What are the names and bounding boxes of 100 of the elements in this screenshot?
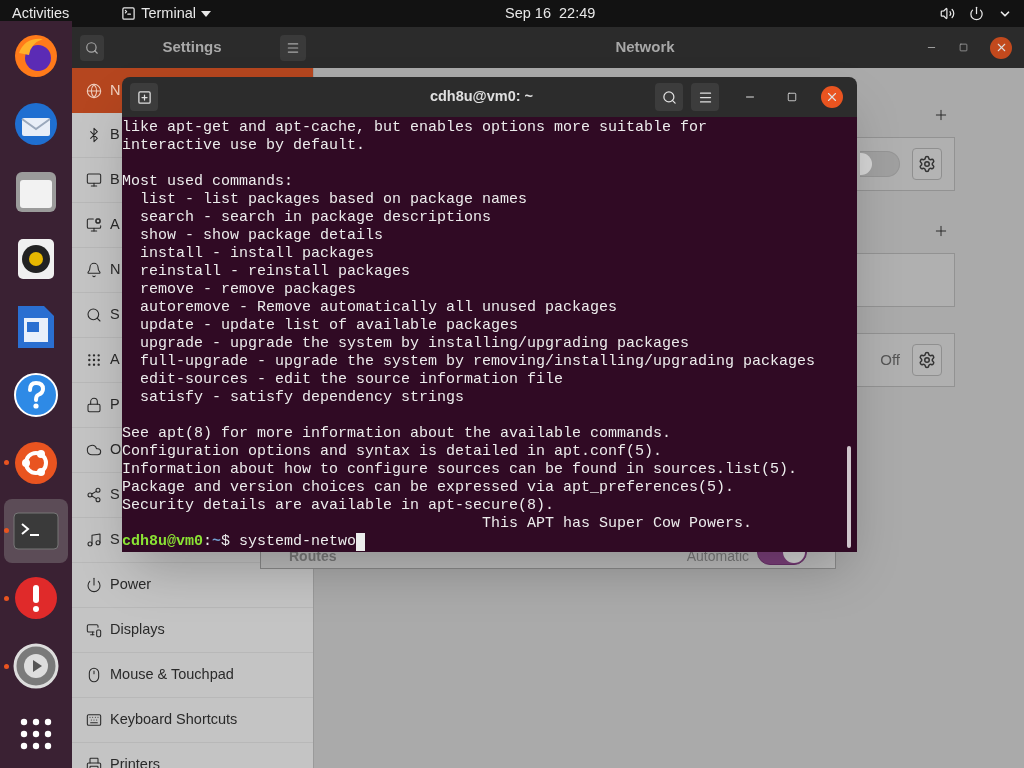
toggle-switch[interactable] (860, 151, 900, 177)
mail-icon (12, 100, 60, 147)
terminal-line: Configuration options and syntax is detailed in apt.conf(5). (122, 443, 663, 461)
search-button[interactable] (80, 34, 104, 61)
ring-icon (13, 439, 59, 486)
terminal-line: search - search in package descriptions (139, 209, 492, 227)
terminal-line: show - show package details (139, 227, 384, 245)
menu-button[interactable] (280, 34, 306, 61)
settings-button[interactable] (912, 148, 942, 180)
terminal-line: Information about how to configure sources can be found in sources.list(5). (122, 461, 798, 479)
cloud-icon (86, 442, 102, 458)
maximize-button[interactable] (959, 43, 968, 52)
sidebar-item[interactable]: Power (72, 563, 313, 607)
speaker-icon (16, 237, 56, 282)
routes-label: Routes (289, 548, 337, 566)
sidebar-item[interactable]: S (72, 473, 122, 517)
sidebar-item[interactable]: P (72, 383, 122, 427)
terminal-line: list - list packages based on package names (139, 191, 528, 209)
app-grid-icon (20, 718, 52, 751)
settings-icon (918, 155, 936, 173)
caret-icon (201, 10, 211, 17)
terminal-line: Package and version choices can be expressed via apt_preferences(5). (122, 479, 735, 497)
terminal-line: Most used commands: (122, 173, 294, 191)
sidebar-title: Settings (161, 37, 223, 58)
monitor-icon (86, 217, 102, 233)
terminal-line: interactive use by default. (122, 137, 366, 155)
maximize-icon (959, 43, 968, 52)
menu-icon (697, 89, 713, 105)
mouse-icon (86, 667, 102, 683)
terminal-line: update - update list of available packages (139, 317, 519, 335)
grid-icon (86, 352, 102, 368)
window-title: Network (614, 37, 676, 58)
sidebar-item[interactable]: Mouse & Touchpad (72, 653, 313, 697)
power-icon (86, 577, 102, 593)
prompt-separator: : (203, 533, 213, 551)
terminal-line: like apt-get and apt-cache, but enables options more suitable for (122, 119, 708, 137)
new-tab-button[interactable] (130, 83, 158, 111)
globe-icon (86, 82, 102, 99)
terminal-line: install - install packages (139, 245, 375, 263)
scrollbar[interactable] (847, 446, 851, 548)
clock[interactable]: Sep 16 22:49 (505, 2, 596, 25)
terminal-line: remove - remove packages (139, 281, 357, 299)
status-text: Off (880, 349, 900, 370)
maximize-icon (787, 92, 797, 102)
music-note-icon (86, 532, 102, 548)
terminal-line: See apt(8) for more information about the available commands. (122, 425, 672, 443)
menu-button[interactable] (691, 83, 719, 111)
terminal-line: Security details are available in apt-secure(8). (122, 497, 555, 515)
sidebar-item[interactable]: A (72, 203, 122, 247)
search-icon (661, 89, 677, 105)
share-icon (86, 487, 102, 503)
sidebar-item[interactable]: S (72, 293, 122, 337)
sidebar-item[interactable]: Keyboard Shortcuts (72, 698, 313, 742)
sidebar-item[interactable]: B (72, 158, 122, 202)
search-icon (85, 40, 99, 55)
sidebar-item[interactable]: S (72, 518, 122, 562)
prompt-path: ~ (212, 533, 222, 551)
power-icon[interactable] (969, 6, 984, 21)
terminal-line: reinstall - reinstall packages (139, 263, 411, 281)
fox-globe-icon (13, 32, 59, 79)
terminal-icon (121, 6, 137, 21)
monitor-icon (86, 622, 102, 638)
terminal-line: edit-sources - edit the source information file (139, 371, 564, 389)
menu-icon (286, 40, 300, 55)
close-button[interactable] (990, 36, 1012, 59)
sidebar-item[interactable]: Displays (72, 608, 313, 652)
sidebar-item[interactable]: B (72, 113, 122, 157)
bell-icon (86, 262, 102, 278)
settings-icon (918, 351, 936, 369)
terminal-line: This APT has Super Cow Powers. (481, 515, 753, 533)
sidebar-item[interactable]: A (72, 338, 122, 382)
close-button[interactable] (821, 86, 843, 108)
prompt-symbol: $ (221, 533, 231, 551)
volume-icon[interactable] (940, 6, 955, 21)
terminal-line: upgrade - upgrade the system by installing/upgrading packages (139, 335, 690, 353)
document-icon (16, 304, 56, 351)
command-text: systemd-netwo (239, 533, 357, 551)
keyboard-icon (86, 712, 102, 728)
monitor-icon (86, 172, 102, 188)
app-menu[interactable]: Terminal (121, 2, 211, 25)
terminal-title: cdh8u@vm0: ~ (428, 87, 535, 107)
activities-button[interactable]: Activities (12, 2, 70, 25)
help-icon (13, 371, 59, 418)
text-cursor (356, 533, 366, 551)
terminal-line: full-upgrade - upgrade the system by removing/installing/upgrading packages (139, 353, 816, 371)
terminal-line: satisfy - satisfy dependency strings (139, 389, 465, 407)
sidebar-item[interactable]: N (72, 248, 122, 292)
search-icon (86, 307, 102, 323)
close-icon (825, 90, 839, 104)
routes-value: Automatic (686, 547, 749, 566)
terminal-icon (13, 511, 59, 550)
search-button[interactable] (655, 83, 683, 111)
prompt-user: cdh8u@vm0 (122, 533, 203, 551)
new-tab-icon (136, 89, 152, 105)
sidebar-item[interactable]: O (72, 428, 122, 472)
terminal-line: autoremove - Remove automatically all unused packages (139, 299, 618, 317)
settings-button[interactable] (912, 344, 942, 376)
warning-icon (13, 575, 59, 622)
folder-icon (14, 169, 58, 214)
lock-icon (86, 397, 102, 413)
